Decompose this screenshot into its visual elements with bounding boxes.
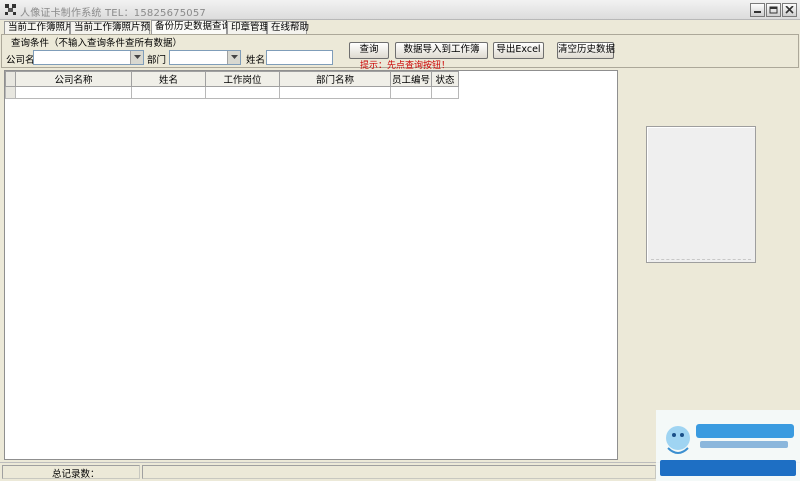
row-header-corner — [5, 71, 16, 87]
department-label: 部门 — [147, 55, 167, 66]
column-header-department[interactable]: 部门名称 — [279, 71, 391, 87]
maximize-button[interactable] — [766, 3, 781, 17]
query-group-caption: 查询条件（不输入查询条件查所有数据） — [10, 35, 184, 49]
minimize-icon — [754, 11, 761, 13]
app-icon — [5, 4, 16, 15]
total-records-label: 总记录数： — [52, 469, 100, 480]
tab-photo-preview[interactable]: 当前工作簿照片预览 — [70, 21, 160, 34]
column-header-position[interactable]: 工作岗位 — [205, 71, 280, 87]
column-header-status[interactable]: 状态 — [431, 71, 459, 87]
name-input[interactable] — [266, 50, 333, 65]
column-header-name[interactable]: 姓名 — [131, 71, 206, 87]
column-header-company[interactable]: 公司名称 — [15, 71, 132, 87]
window-title: 人像证卡制作系统 TEL：15825675057 — [20, 8, 206, 19]
grid-table: 公司名称 姓名 工作岗位 部门名称 员工编号 状态 — [5, 71, 459, 99]
clear-history-button[interactable]: 清空历史数据 — [557, 42, 615, 59]
export-excel-button[interactable]: 导出Excel — [493, 42, 544, 59]
department-dropdown-button[interactable] — [227, 51, 240, 64]
tab-online-help[interactable]: 在线帮助 — [267, 21, 309, 34]
photo-preview-box — [646, 126, 756, 263]
tab-history-query[interactable]: 备份历史数据查询 — [151, 20, 231, 34]
row-selector[interactable] — [5, 86, 16, 99]
status-cell-message — [142, 465, 656, 479]
query-button[interactable]: 查询 — [349, 42, 389, 59]
company-combo[interactable] — [33, 50, 144, 65]
cell-status[interactable] — [431, 86, 459, 99]
cell-position[interactable] — [205, 86, 280, 99]
import-to-workbook-button[interactable]: 数据导入到工作簿 — [395, 42, 488, 59]
tab-current-workbook-photos[interactable]: 当前工作簿照片 — [4, 21, 75, 34]
data-grid[interactable]: 公司名称 姓名 工作岗位 部门名称 员工编号 状态 — [4, 70, 618, 460]
chevron-down-icon — [134, 55, 141, 59]
column-header-employee-id[interactable]: 员工编号 — [390, 71, 432, 87]
maximize-icon — [769, 6, 778, 14]
photo-box-divider — [651, 259, 751, 260]
watermark-logo — [656, 410, 800, 481]
close-icon — [785, 6, 794, 14]
cell-name[interactable] — [131, 86, 206, 99]
cell-employee-id[interactable] — [390, 86, 432, 99]
close-button[interactable] — [782, 3, 797, 17]
table-row[interactable] — [5, 86, 459, 99]
title-bar: 人像证卡制作系统 TEL：15825675057 — [0, 0, 800, 20]
company-label: 公司名 — [6, 55, 35, 66]
minimize-button[interactable] — [750, 3, 765, 17]
chevron-down-icon — [231, 55, 238, 59]
department-combo[interactable] — [169, 50, 241, 65]
tab-strip: 当前工作簿照片 当前工作簿照片预览 备份历史数据查询 印章管理 在线帮助 — [0, 20, 800, 34]
tab-seal-management[interactable]: 印章管理 — [227, 21, 269, 34]
cell-department[interactable] — [279, 86, 391, 99]
grid-header-row: 公司名称 姓名 工作岗位 部门名称 员工编号 状态 — [5, 71, 459, 87]
company-dropdown-button[interactable] — [130, 51, 143, 64]
cell-company[interactable] — [15, 86, 132, 99]
name-label: 姓名 — [246, 55, 266, 66]
